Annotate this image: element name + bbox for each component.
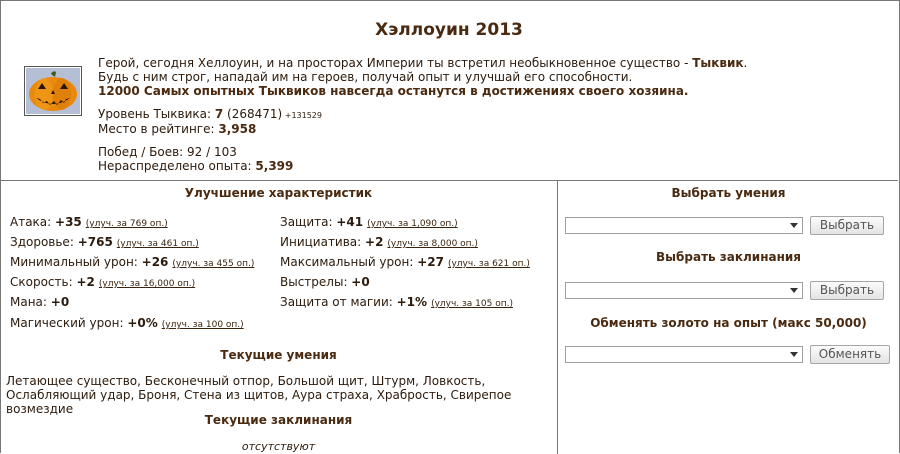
choose-spells-title: Выбрать заклинания [656,250,801,264]
attr-label: Выстрелы: [280,275,352,289]
free-exp-value: 5,399 [255,158,294,173]
upgrade-defense-link[interactable]: (улуч. за 1,090 оп.) [367,219,458,229]
intro-line-2: Будь с ним строг, нападай им на героев, … [98,70,633,84]
skills-list: Летающее существо, Бесконечный отпор, Бо… [6,374,512,416]
spells-select[interactable] [565,282,803,299]
attr-label: Здоровье: [10,235,78,249]
chevron-down-icon [790,288,798,293]
intro-line-3: 12000 Самых опытных Тыквиков навсегда ос… [98,84,878,98]
intro-line-1-prefix: Герой, сегодня Хеллоуин, и на просторах … [98,56,693,70]
spells-list: отсутствуют [241,440,316,453]
level-label: Уровень Тыквика: [98,107,215,121]
upgrade-attack-link[interactable]: (улуч. за 769 оп.) [86,219,168,229]
upgrade-speed-link[interactable]: (улуч. за 16,000 оп.) [99,279,195,289]
intro-line-1: Герой, сегодня Хеллоуин, и на просторах … [98,56,878,70]
attr-value: +27 [417,255,444,269]
attr-health: Здоровье: +765 (улуч. за 461 оп.) [10,235,199,249]
attr-label: Максимальный урон: [280,255,418,269]
attr-attack: Атака: +35 (улуч. за 769 оп.) [10,215,168,229]
free-exp-label: Нераспределено опыта: [98,158,256,173]
upgrade-initiative-link[interactable]: (улуч. за 8,000 оп.) [387,239,478,249]
upgrade-health-link[interactable]: (улуч. за 461 оп.) [117,239,199,249]
chevron-down-icon [790,352,798,357]
creature-name: Тыквик [692,56,744,70]
skills-select[interactable] [565,217,803,234]
rank-line: Место в рейтинге: 3,958 [98,121,322,137]
attr-value: +0 [351,275,370,289]
spells-title: Текущие заклинания [204,413,353,427]
attr-defense: Защита: +41 (улуч. за 1,090 оп.) [280,215,458,229]
attr-value: +41 [336,215,364,229]
upgrade-magic-defense-link[interactable]: (улуч. за 105 оп.) [431,299,513,309]
attr-mana: Мана: +0 [10,295,69,309]
attr-value: +26 [141,255,169,269]
attr-magic-defense: Защита от магии: +1% (улуч. за 105 оп.) [280,295,513,309]
right-panel: Выбрать умения Выбрать Выбрать заклинани… [558,181,899,454]
attr-shots: Выстрелы: +0 [280,275,370,289]
level-rank-block: Уровень Тыквика: 7 (268471) +131529 Мест… [98,107,322,137]
chevron-down-icon [790,223,798,228]
left-panel: Улучшение характеристик Атака: +35 (улуч.… [0,181,558,454]
attr-value: +0 [50,295,70,309]
rank-label: Место в рейтинге: [98,121,219,136]
attr-value: +765 [77,235,113,249]
choose-skills-title: Выбрать умения [671,186,786,200]
attr-label: Магический урон: [10,316,128,330]
attr-initiative: Инициатива: +2 (улуч. за 8,000 оп.) [280,235,478,249]
free-exp-line: Нераспределено опыта: 5,399 [98,158,294,174]
attr-label: Защита от магии: [280,295,397,309]
attr-magic-damage: Магический урон: +0% (улуч. за 100 оп.) [10,316,244,330]
attr-value: +2 [76,275,95,289]
upgrade-min-damage-link[interactable]: (улуч. за 455 оп.) [172,259,254,269]
choose-spell-button[interactable]: Выбрать [810,281,884,300]
skills-title: Текущие умения [220,348,337,362]
attr-max-damage: Максимальный урон: +27 (улуч. за 621 оп.) [280,255,530,269]
attr-label: Мана: [10,295,51,309]
level-line: Уровень Тыквика: 7 (268471) +131529 [98,107,322,123]
wins-line: Побед / Боев: 92 / 103 [98,145,237,159]
attr-min-damage: Минимальный урон: +26 (улуч. за 455 оп.) [10,255,254,269]
level-value: 7 [214,107,224,121]
attr-label: Атака: [10,215,56,229]
attr-label: Защита: [280,215,337,229]
exchange-select[interactable] [565,346,803,363]
attr-value: +2 [365,235,384,249]
upgrade-title: Улучшение характеристик [184,186,373,200]
creature-portrait [24,66,82,116]
exchange-title: Обменять золото на опыт (макс 50,000) [590,316,867,330]
attr-value: +0% [127,316,158,330]
attr-label: Минимальный урон: [10,255,142,269]
header-section: Хэллоуин 2013 Герой, сегодня Хеллоуин, и… [0,0,898,181]
upgrade-magic-damage-link[interactable]: (улуч. за 100 оп.) [162,320,244,330]
level-next-exp: +131529 [282,111,322,120]
attr-speed: Скорость: +2 (улуч. за 16,000 оп.) [10,275,195,289]
attr-value: +1% [396,295,428,309]
page-title: Хэллоуин 2013 [375,20,523,40]
intro-line-3-bold: 12000 Самых опытных Тыквиков навсегда ос… [98,84,689,98]
intro-text: Герой, сегодня Хеллоуин, и на просторах … [98,56,878,98]
battle-block: Побед / Боев: 92 / 103 Нераспределено оп… [98,145,294,174]
choose-skill-button[interactable]: Выбрать [810,216,884,235]
level-exp: (268471) [223,107,283,121]
attr-label: Скорость: [10,275,77,289]
attr-value: +35 [55,215,82,229]
pumpkin-icon [26,68,80,114]
rank-value: 3,958 [218,121,257,136]
attr-label: Инициатива: [280,235,366,249]
exchange-button[interactable]: Обменять [810,345,890,364]
upgrade-max-damage-link[interactable]: (улуч. за 621 оп.) [448,259,530,269]
intro-line-1-suffix: . [743,56,748,70]
